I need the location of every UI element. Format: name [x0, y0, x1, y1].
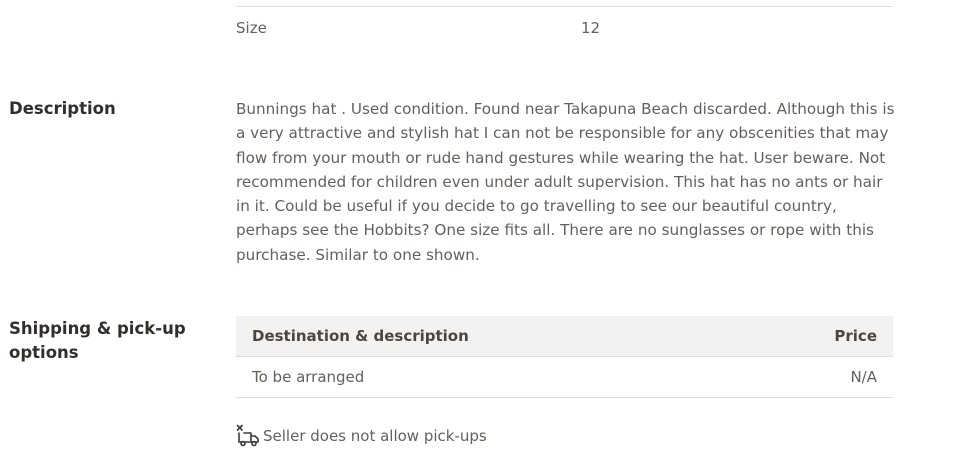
destination-cell: To be arranged	[252, 368, 365, 386]
price-cell: N/A	[850, 368, 877, 386]
size-value: 12	[581, 19, 601, 37]
description-heading: Description	[9, 99, 116, 118]
shipping-table: Destination & description Price To be ar…	[236, 316, 893, 398]
price-column-header: Price	[834, 327, 877, 345]
pickup-note-text: Seller does not allow pick-ups	[263, 427, 487, 445]
table-row: To be arranged N/A	[236, 357, 893, 398]
no-pickup-truck-icon	[236, 424, 259, 447]
pickup-note: Seller does not allow pick-ups	[236, 424, 487, 448]
shipping-table-header: Destination & description Price	[236, 316, 893, 357]
shipping-heading: Shipping & pick-up options	[9, 319, 186, 362]
divider	[236, 6, 893, 7]
size-label: Size	[236, 19, 267, 37]
description-text: Bunnings hat . Used condition. Found nea…	[236, 100, 895, 264]
destination-column-header: Destination & description	[252, 327, 469, 345]
